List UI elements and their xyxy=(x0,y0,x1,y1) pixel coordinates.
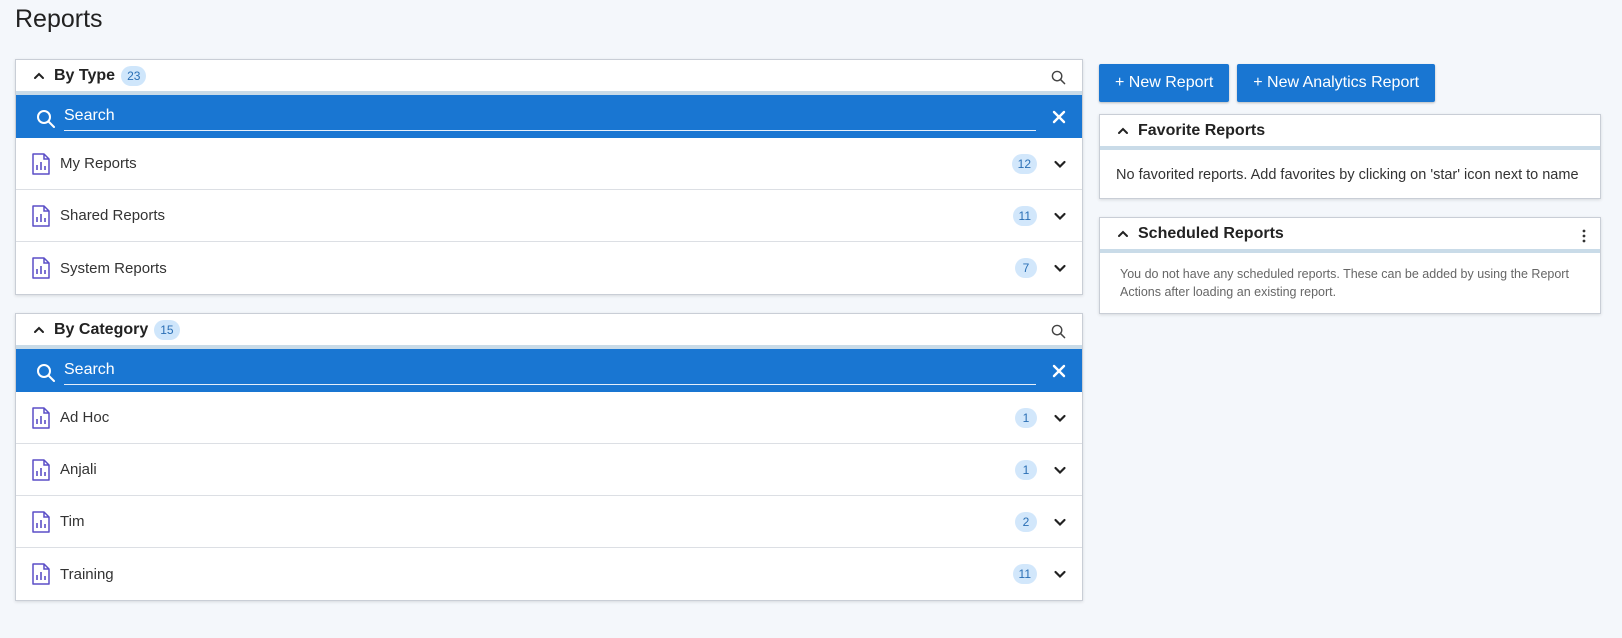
new-analytics-report-button[interactable]: + New Analytics Report xyxy=(1237,64,1436,102)
report-document-icon xyxy=(32,563,50,585)
list-item-label: Shared Reports xyxy=(60,207,166,224)
favorite-reports-header[interactable]: Favorite Reports xyxy=(1100,115,1600,150)
kebab-menu-icon[interactable] xyxy=(1582,229,1586,243)
by-category-search-bar xyxy=(16,349,1082,392)
by-category-count-badge: 15 xyxy=(154,319,180,340)
by-type-title: By Type xyxy=(54,66,116,84)
search-icon xyxy=(37,109,55,128)
chevron-down-icon[interactable] xyxy=(1053,567,1067,581)
report-document-icon xyxy=(32,204,50,227)
by-type-header[interactable]: By Type 23 xyxy=(16,60,1082,95)
list-item-count: 2 xyxy=(1015,511,1037,532)
list-item-shared-reports[interactable]: Shared Reports 11 xyxy=(16,190,1082,242)
by-type-search-bar xyxy=(16,95,1082,138)
search-icon[interactable] xyxy=(1051,70,1066,85)
chevron-up-icon[interactable] xyxy=(1116,227,1130,241)
chevron-down-icon[interactable] xyxy=(1053,209,1067,223)
list-item-label: My Reports xyxy=(60,155,137,172)
by-category-search-input[interactable] xyxy=(64,356,1036,385)
scheduled-reports-panel: Scheduled Reports You do not have any sc… xyxy=(1099,217,1601,314)
by-type-list: My Reports 12 Shared Reports 11 System R… xyxy=(16,138,1082,294)
list-item-label: Tim xyxy=(60,513,85,530)
scheduled-reports-title: Scheduled Reports xyxy=(1138,224,1284,242)
close-icon[interactable] xyxy=(1052,364,1066,378)
new-report-button[interactable]: + New Report xyxy=(1099,64,1230,102)
report-document-icon xyxy=(32,406,50,429)
report-document-icon xyxy=(32,510,50,533)
by-category-panel: By Category 15 Search Ad Hoc 1 Anjali 1 … xyxy=(15,313,1083,601)
chevron-up-icon[interactable] xyxy=(1116,124,1130,138)
left-column: By Type 23 Search My Reports 12 Shared R… xyxy=(15,59,1083,619)
report-document-icon xyxy=(32,257,50,279)
search-icon[interactable] xyxy=(1051,324,1066,339)
chevron-down-icon[interactable] xyxy=(1053,261,1067,275)
favorite-reports-panel: Favorite Reports No favorited reports. A… xyxy=(1099,114,1601,199)
favorite-reports-title: Favorite Reports xyxy=(1138,121,1266,139)
list-item-label: Training xyxy=(60,565,114,583)
by-type-count-badge: 23 xyxy=(121,65,147,86)
chevron-down-icon[interactable] xyxy=(1053,157,1067,171)
list-item-count: 1 xyxy=(1015,459,1037,480)
favorite-reports-empty-text: No favorited reports. Add favorites by c… xyxy=(1116,167,1579,183)
list-item-anjali[interactable]: Anjali 1 xyxy=(16,444,1082,496)
by-category-list: Ad Hoc 1 Anjali 1 Tim 2 Training 11 xyxy=(16,392,1082,600)
action-buttons: + New Report + New Analytics Report xyxy=(1099,64,1601,102)
list-item-count: 1 xyxy=(1015,407,1037,428)
list-item-label: Anjali xyxy=(60,461,97,478)
list-item-ad-hoc[interactable]: Ad Hoc 1 xyxy=(16,392,1082,444)
report-document-icon xyxy=(32,458,50,481)
page-title: Reports xyxy=(15,5,103,33)
scheduled-reports-header[interactable]: Scheduled Reports xyxy=(1100,218,1600,253)
search-icon xyxy=(37,363,55,382)
chevron-down-icon[interactable] xyxy=(1053,515,1067,529)
list-item-system-reports[interactable]: System Reports 7 xyxy=(16,242,1082,294)
list-item-my-reports[interactable]: My Reports 12 xyxy=(16,138,1082,190)
list-item-training[interactable]: Training 11 xyxy=(16,548,1082,600)
chevron-down-icon[interactable] xyxy=(1053,411,1067,425)
close-icon[interactable] xyxy=(1052,110,1066,124)
list-item-count: 11 xyxy=(1012,205,1037,226)
report-document-icon xyxy=(32,152,50,175)
by-category-header[interactable]: By Category 15 xyxy=(16,314,1082,349)
by-type-search-input[interactable] xyxy=(64,102,1036,131)
by-category-title: By Category xyxy=(54,320,149,338)
list-item-count: 7 xyxy=(1015,258,1037,278)
list-item-tim[interactable]: Tim 2 xyxy=(16,496,1082,548)
chevron-up-icon[interactable] xyxy=(32,323,46,337)
by-type-panel: By Type 23 Search My Reports 12 Shared R… xyxy=(15,59,1083,295)
chevron-down-icon[interactable] xyxy=(1053,463,1067,477)
right-column: + New Report + New Analytics Report Favo… xyxy=(1099,64,1601,332)
chevron-up-icon[interactable] xyxy=(32,69,46,83)
scheduled-reports-empty-text: You do not have any scheduled reports. T… xyxy=(1120,267,1569,299)
list-item-label: System Reports xyxy=(60,259,167,277)
list-item-count: 12 xyxy=(1011,153,1037,174)
list-item-label: Ad Hoc xyxy=(60,409,110,426)
list-item-count: 11 xyxy=(1012,564,1037,584)
